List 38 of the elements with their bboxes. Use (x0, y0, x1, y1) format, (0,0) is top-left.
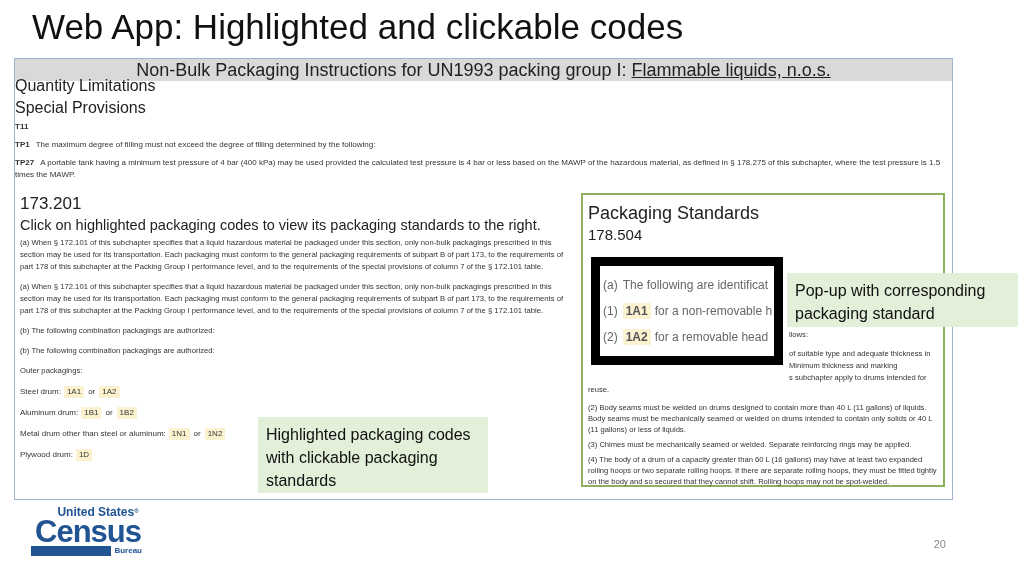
popup-line-number: (2) (603, 329, 618, 345)
packaging-label: Plywood drum: (20, 449, 73, 461)
separator-text: or (88, 386, 96, 398)
popup-text: for a non-removable h (654, 303, 773, 319)
slide-title: Web App: Highlighted and clickable codes (32, 6, 685, 48)
provision-text: TP27 A portable tank having a minimum test pressure of 4 bar (400 kPa) may be used provided the calculated test pressure is 4 bar or less based on the MAWP of the hazardous material, as defined in § 178.275 of this subchapter, where the test pressure is 1.5 times the MAWP. (15, 157, 942, 181)
callout: Pop-up with corresponding packaging standard (787, 273, 1018, 327)
panel-section-number: 178.504 (588, 225, 644, 245)
packaging-code-link[interactable]: 1A2 (99, 386, 120, 398)
logo-wordmark: Census (35, 518, 141, 546)
packaging-code-link[interactable]: 1D (75, 449, 93, 461)
header-link[interactable]: Flammable liquids, n.o.s. (631, 59, 831, 81)
packaging-code-link[interactable]: 1N2 (204, 428, 226, 440)
section-number: 173.201 (20, 193, 83, 215)
page-number: 20 (933, 537, 946, 552)
logo-subtext: Bureau (31, 546, 142, 556)
separator-text: or (193, 428, 201, 440)
packaging-code-link[interactable]: 1B1 (81, 407, 102, 419)
packaging-code-link[interactable]: 1N1 (168, 428, 190, 440)
instruction-text: Click on highlighted packaging codes to view its packaging standards to the right. (20, 216, 542, 235)
logo-text: United States$^{®}$ (57, 506, 139, 518)
packaging-label: Aluminum drum: (20, 407, 79, 419)
popup-line-number: (1) (603, 303, 618, 319)
popup-text: for a removable head (654, 329, 769, 345)
popup-text: The following are identificat (622, 277, 769, 293)
packaging-label: Metal drum other than steel or aluminum: (20, 428, 166, 440)
packaging-code-link[interactable]: 1B2 (116, 407, 137, 419)
popup-code: 1A2 (622, 329, 651, 345)
section-heading: Special Provisions (15, 98, 147, 118)
provision-text: TP1 The maximum degree of filling must not exceed the degree of filling determined by the following: (15, 139, 377, 151)
packaging-code-link[interactable]: 1A1 (63, 386, 85, 398)
popup-line-number: (a) (603, 277, 618, 293)
separator-text: or (105, 407, 113, 419)
provision-text: T11 (15, 121, 30, 133)
packaging-label: Steel drum: (20, 386, 61, 398)
panel-title: Packaging Standards (588, 202, 761, 225)
callout: Highlighted packaging codes with clickable packaging standards (258, 417, 488, 493)
popup-code: 1A1 (622, 303, 651, 319)
